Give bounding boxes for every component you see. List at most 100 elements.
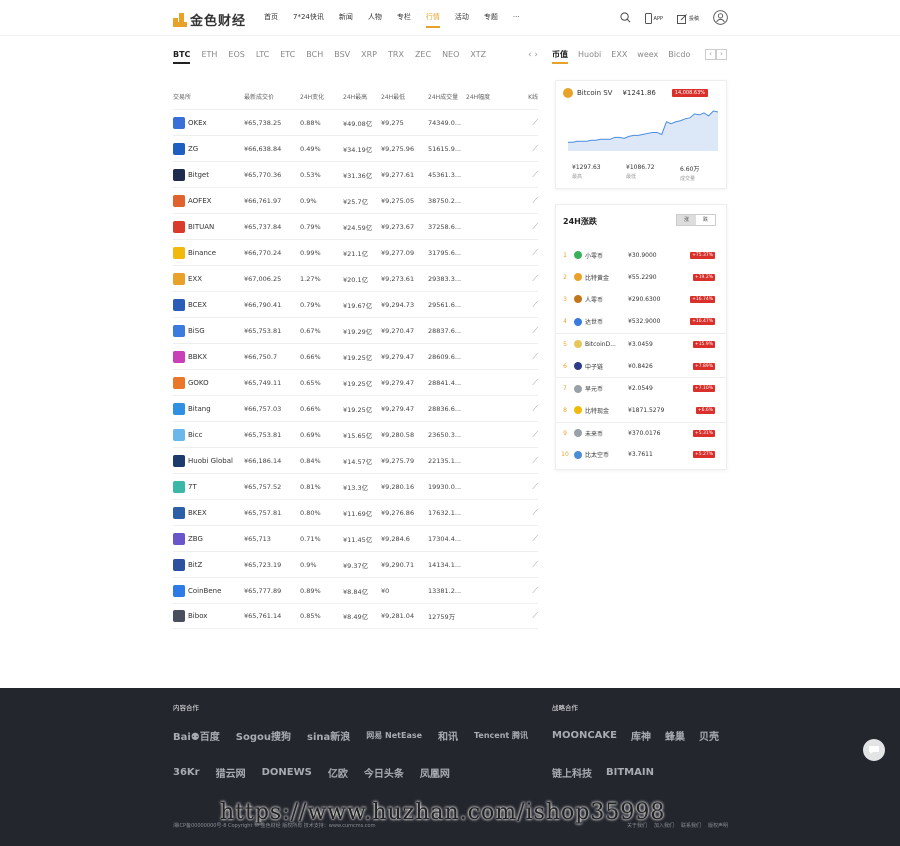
partner-logo[interactable]: Tencent 腾讯 [474,730,528,741]
rank-row[interactable]: 4 达世币 ¥532.9000 +16.47% [556,311,726,333]
table-row[interactable]: Bitang ¥66,757.03 0.66% ¥19.25亿 ¥9,279.47 288… [173,395,538,421]
table-row[interactable]: BCEX ¥66,790.41 0.79% ¥19.67亿 ¥9,294.73 29561… [173,291,538,317]
exchange-cell[interactable]: Bibox [173,610,244,622]
table-row[interactable]: ZG ¥66,638.84 0.49% ¥34.19亿 ¥9,275.96 51615.9… [173,135,538,161]
table-row[interactable]: OKEx ¥65,738.25 0.88% ¥49.08亿 ¥9,275 74349.0.… [173,109,538,135]
partner-logo[interactable]: 和讯 [438,728,458,743]
coin-card[interactable]: Bitcoin SV ¥1241.86 14,008.63% ¥1297.63 最… [555,80,727,189]
chevron-left-icon[interactable]: ‹ [705,49,716,60]
table-row[interactable]: BitZ ¥65,723.19 0.9% ¥9.37亿 ¥9,290.71 14134.1… [173,551,538,577]
partner-logo[interactable]: 链上科技 [552,765,592,780]
tab-trx[interactable]: TRX [388,50,404,64]
tab-xrp[interactable]: XRP [361,50,377,64]
exchange-cell[interactable]: BitZ [173,558,244,571]
trend-chart-icon[interactable]: ⟋ [532,196,538,205]
trend-chart-icon[interactable]: ⟋ [532,456,538,465]
nav-news[interactable]: 新闻 [339,12,353,28]
nav-home[interactable]: 首页 [264,12,278,28]
partner-logo[interactable]: sina新浪 [307,728,350,743]
chevron-right-icon[interactable]: › [716,49,727,60]
rank-row[interactable]: 6 中子链 ¥0.8426 +7.89% [556,355,726,377]
partner-logo[interactable]: 网易 NetEase [366,730,422,741]
partner-logo[interactable]: 贝壳 [699,728,719,743]
nav-people[interactable]: 人物 [368,12,382,28]
table-row[interactable]: CoinBene ¥65,777.89 0.89% ¥8.84亿 ¥0 13381.2..… [173,577,538,603]
table-row[interactable]: BiSG ¥65,753.81 0.67% ¥19.29亿 ¥9,270.47 28837… [173,317,538,343]
partner-logo[interactable]: 蜂巢 [665,728,685,743]
exchange-cell[interactable]: CoinBene [173,584,244,597]
partner-logo[interactable]: 36Kr [173,767,200,778]
partner-logo[interactable]: 亿欧 [328,765,348,780]
nav-flash[interactable]: 7*24快讯 [293,12,324,28]
trend-chart-icon[interactable]: ⟋ [532,586,538,595]
logo[interactable]: 金色财经 [173,10,246,29]
tab-etc[interactable]: ETC [280,50,295,64]
search-icon[interactable] [619,12,631,25]
exchange-cell[interactable]: Huobi Global [173,454,244,467]
rank-row[interactable]: 2 比特黄金 ¥55.2290 +19.2% [556,266,726,288]
write-button[interactable]: 投稿 [676,13,699,24]
rank-row[interactable]: 8 比特现金 ¥1871.5279 +6.6% [556,399,726,421]
trend-chart-icon[interactable]: ⟋ [532,611,538,620]
exchange-cell[interactable]: GOKO [173,376,244,389]
trend-chart-icon[interactable]: ⟋ [532,222,538,231]
tab-xtz[interactable]: XTZ [470,50,486,64]
exchange-cell[interactable]: BITUAN [173,220,244,233]
partner-logo[interactable]: 库神 [631,728,651,743]
exchange-cell[interactable]: OKEx [173,116,244,129]
tab-bch[interactable]: BCH [306,50,323,64]
exchange-cell[interactable]: BBKX [173,350,244,363]
tab-btc[interactable]: BTC [173,50,191,64]
nav-topics[interactable]: 专题 [484,12,498,28]
table-row[interactable]: EXX ¥67,006.25 1.27% ¥20.1亿 ¥9,273.61 29383.3… [173,265,538,291]
tab-neo[interactable]: NEO [442,50,459,64]
exchange-cell[interactable]: BCEX [173,298,244,311]
trend-chart-icon[interactable]: ⟋ [532,248,538,257]
rank-row[interactable]: 5 BitcoinD... ¥3.0459 +15.9% [556,332,726,355]
trend-chart-icon[interactable]: ⟋ [532,560,538,569]
table-row[interactable]: Binance ¥66,770.24 0.99% ¥21.1亿 ¥9,277.09 317… [173,239,538,265]
table-row[interactable]: Bicc ¥65,753.81 0.69% ¥15.65亿 ¥9,280.58 23650… [173,421,538,447]
tab-bicdo[interactable]: Bicdo [668,50,690,64]
exchange-cell[interactable]: BiSG [173,324,244,337]
footer-link-contact[interactable]: 联系我们 [681,822,701,829]
trend-chart-icon[interactable]: ⟋ [532,352,538,361]
exchange-cell[interactable]: BKEX [173,506,244,519]
exchange-cell[interactable]: AOFEX [173,194,244,207]
tabs-scroll-arrows[interactable]: ‹ › [528,50,538,60]
tab-exx[interactable]: EXX [611,50,627,64]
tab-coin-value[interactable]: 币值 [552,50,568,64]
chat-button[interactable] [863,739,885,761]
nav-market[interactable]: 行情 [425,12,440,28]
trend-chart-icon[interactable]: ⟋ [532,144,538,153]
toggle-fall[interactable]: 跌 [696,215,715,225]
app-button[interactable]: APP [644,13,663,24]
rank-row[interactable]: 7 早元币 ¥2.0549 +7.10% [556,377,726,399]
table-row[interactable]: 7T ¥65,757.52 0.81% ¥13.3亿 ¥9,280.16 19930.0.… [173,473,538,499]
rank-row[interactable]: 3 人零币 ¥290.6300 +16.74% [556,288,726,310]
partner-logo[interactable]: Bai⚉百度 [173,728,220,743]
tab-eos[interactable]: EOS [228,50,244,64]
table-row[interactable]: Bitget ¥65,770.36 0.53% ¥31.36亿 ¥9,277.61 453… [173,161,538,187]
table-row[interactable]: AOFEX ¥66,761.97 0.9% ¥25.7亿 ¥9,275.05 38750.… [173,187,538,213]
trend-chart-icon[interactable]: ⟋ [532,170,538,179]
exchange-cell[interactable]: Binance [173,246,244,259]
exchange-cell[interactable]: Bitget [173,168,244,181]
trend-chart-icon[interactable]: ⟋ [532,378,538,387]
trend-chart-icon[interactable]: ⟋ [532,482,538,491]
partner-logo[interactable]: 猎云网 [216,765,246,780]
trend-chart-icon[interactable]: ⟋ [532,274,538,283]
rank-row[interactable]: 1 小零币 ¥30.9000 +75.37% [556,244,726,266]
table-row[interactable]: BITUAN ¥65,737.84 0.79% ¥24.59亿 ¥9,273.67 372… [173,213,538,239]
partner-logo[interactable]: MOONCAKE [552,730,617,741]
tab-zec[interactable]: ZEC [415,50,431,64]
exchange-cell[interactable]: 7T [173,480,244,493]
trend-chart-icon[interactable]: ⟋ [532,508,538,517]
trend-chart-icon[interactable]: ⟋ [532,534,538,543]
rank-row[interactable]: 9 未来币 ¥370.0176 +5.31% [556,421,726,444]
table-row[interactable]: ZBG ¥65,713 0.71% ¥11.45亿 ¥9,284.6 17304.4...… [173,525,538,551]
trend-chart-icon[interactable]: ⟋ [532,118,538,127]
tab-weex[interactable]: weex [637,50,658,64]
partner-logo[interactable]: 今日头条 [364,765,404,780]
table-row[interactable]: BBKX ¥66,750.7 0.66% ¥19.25亿 ¥9,279.47 28609.… [173,343,538,369]
